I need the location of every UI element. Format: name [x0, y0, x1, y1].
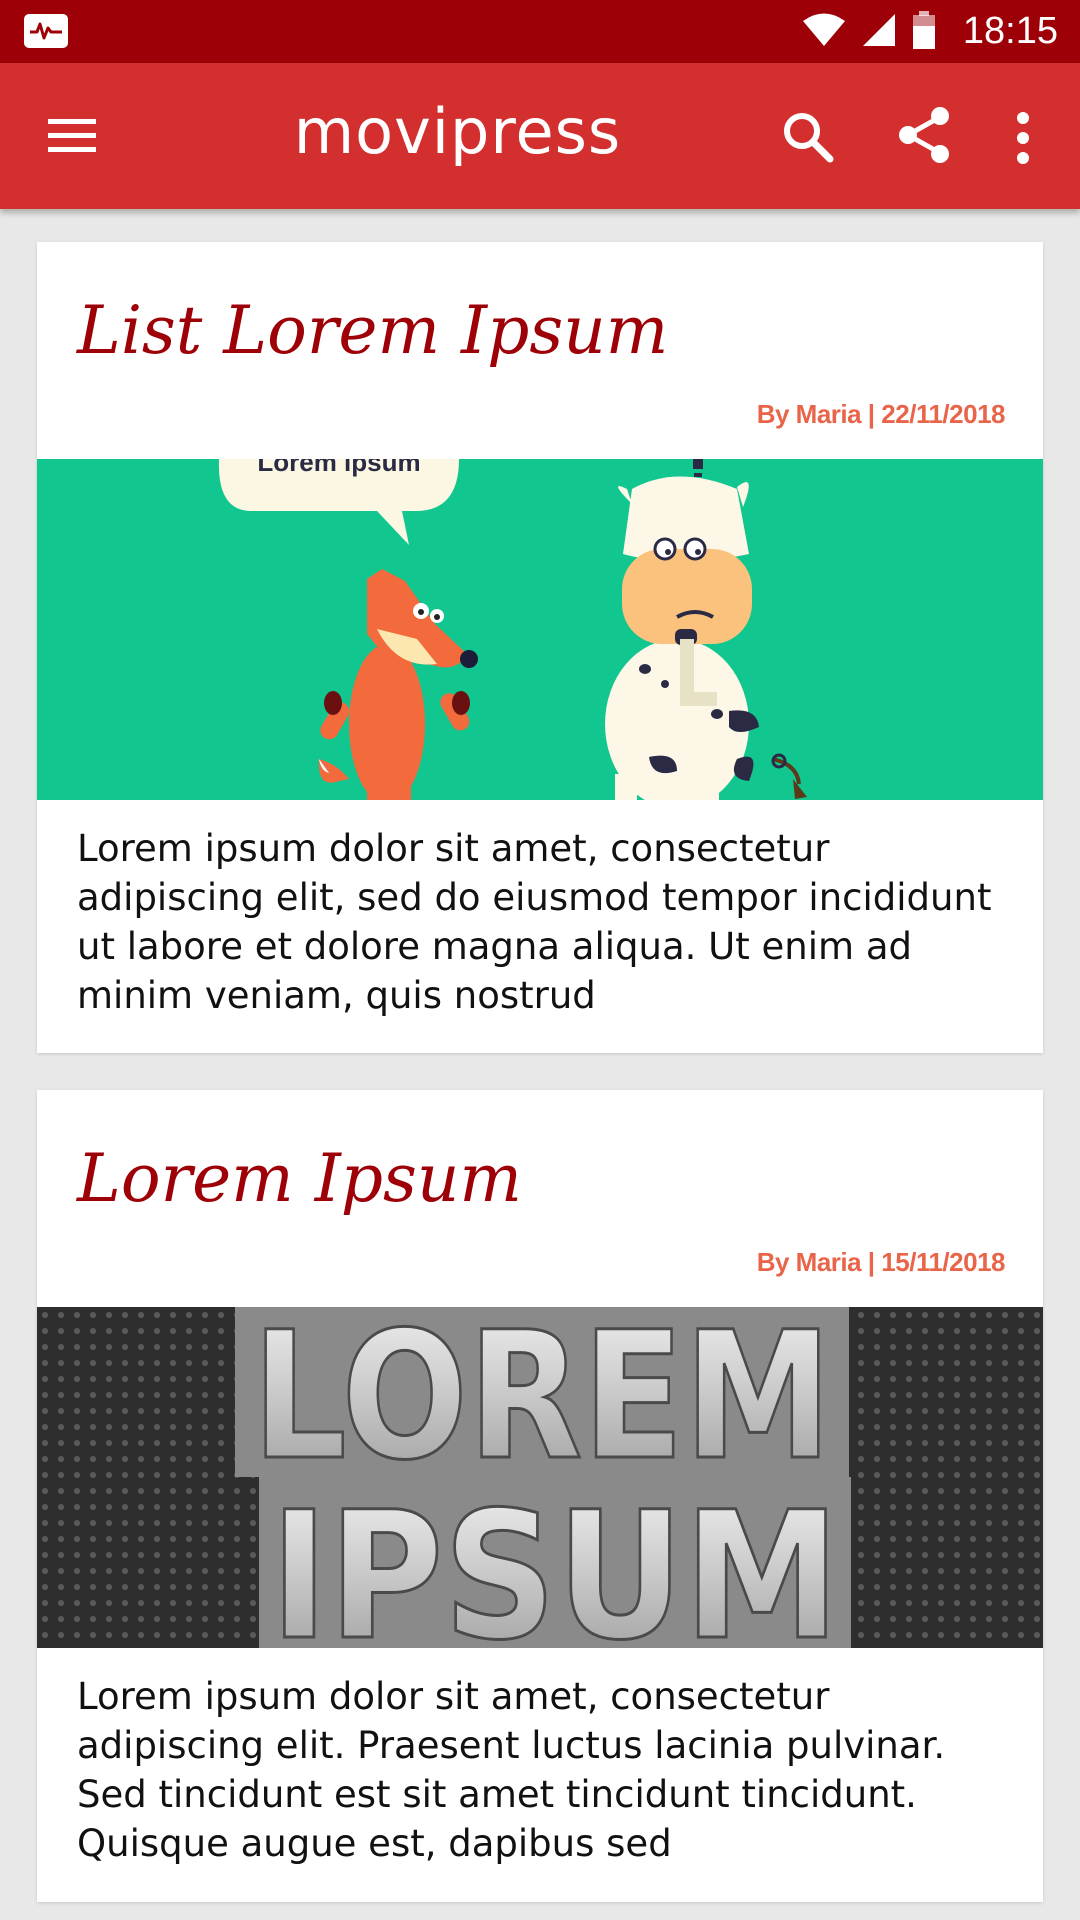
clock: 18:15	[962, 10, 1058, 52]
post-card[interactable]: List Lorem Ipsum By Maria | 22/11/2018 L…	[37, 242, 1043, 1053]
speech-bubble-text: Lorem ipsum	[257, 459, 420, 477]
post-title[interactable]: Lorem Ipsum	[77, 1140, 522, 1217]
battery-icon	[911, 10, 937, 54]
wifi-icon	[801, 12, 847, 52]
post-excerpt: Lorem ipsum dolor sit amet, consectetur …	[77, 827, 992, 1017]
search-icon[interactable]	[780, 107, 836, 167]
app-bar: movipress	[0, 63, 1080, 209]
more-vert-icon[interactable]	[1010, 111, 1036, 165]
post-excerpt: Lorem ipsum dolor sit amet, consectetur …	[77, 1675, 946, 1865]
post-image[interactable]: Lorem ipsum	[37, 459, 1043, 800]
pulse-app-icon	[24, 14, 68, 48]
signal-icon	[861, 12, 897, 52]
post-meta: By Maria | 15/11/2018	[756, 1247, 1006, 1277]
post-card[interactable]: Lorem Ipsum By Maria | 15/11/2018 LOREM …	[37, 1090, 1043, 1902]
app-title: movipress	[293, 95, 622, 168]
post-meta: By Maria | 22/11/2018	[756, 399, 1006, 429]
post-title[interactable]: List Lorem Ipsum	[77, 292, 668, 369]
image-word-ipsum: IPSUM	[270, 1474, 840, 1648]
image-word-lorem: LOREM	[252, 1307, 832, 1499]
share-icon[interactable]	[896, 105, 952, 165]
post-image[interactable]: LOREM IPSUM	[37, 1307, 1043, 1648]
status-bar: 18:15	[0, 0, 1080, 63]
